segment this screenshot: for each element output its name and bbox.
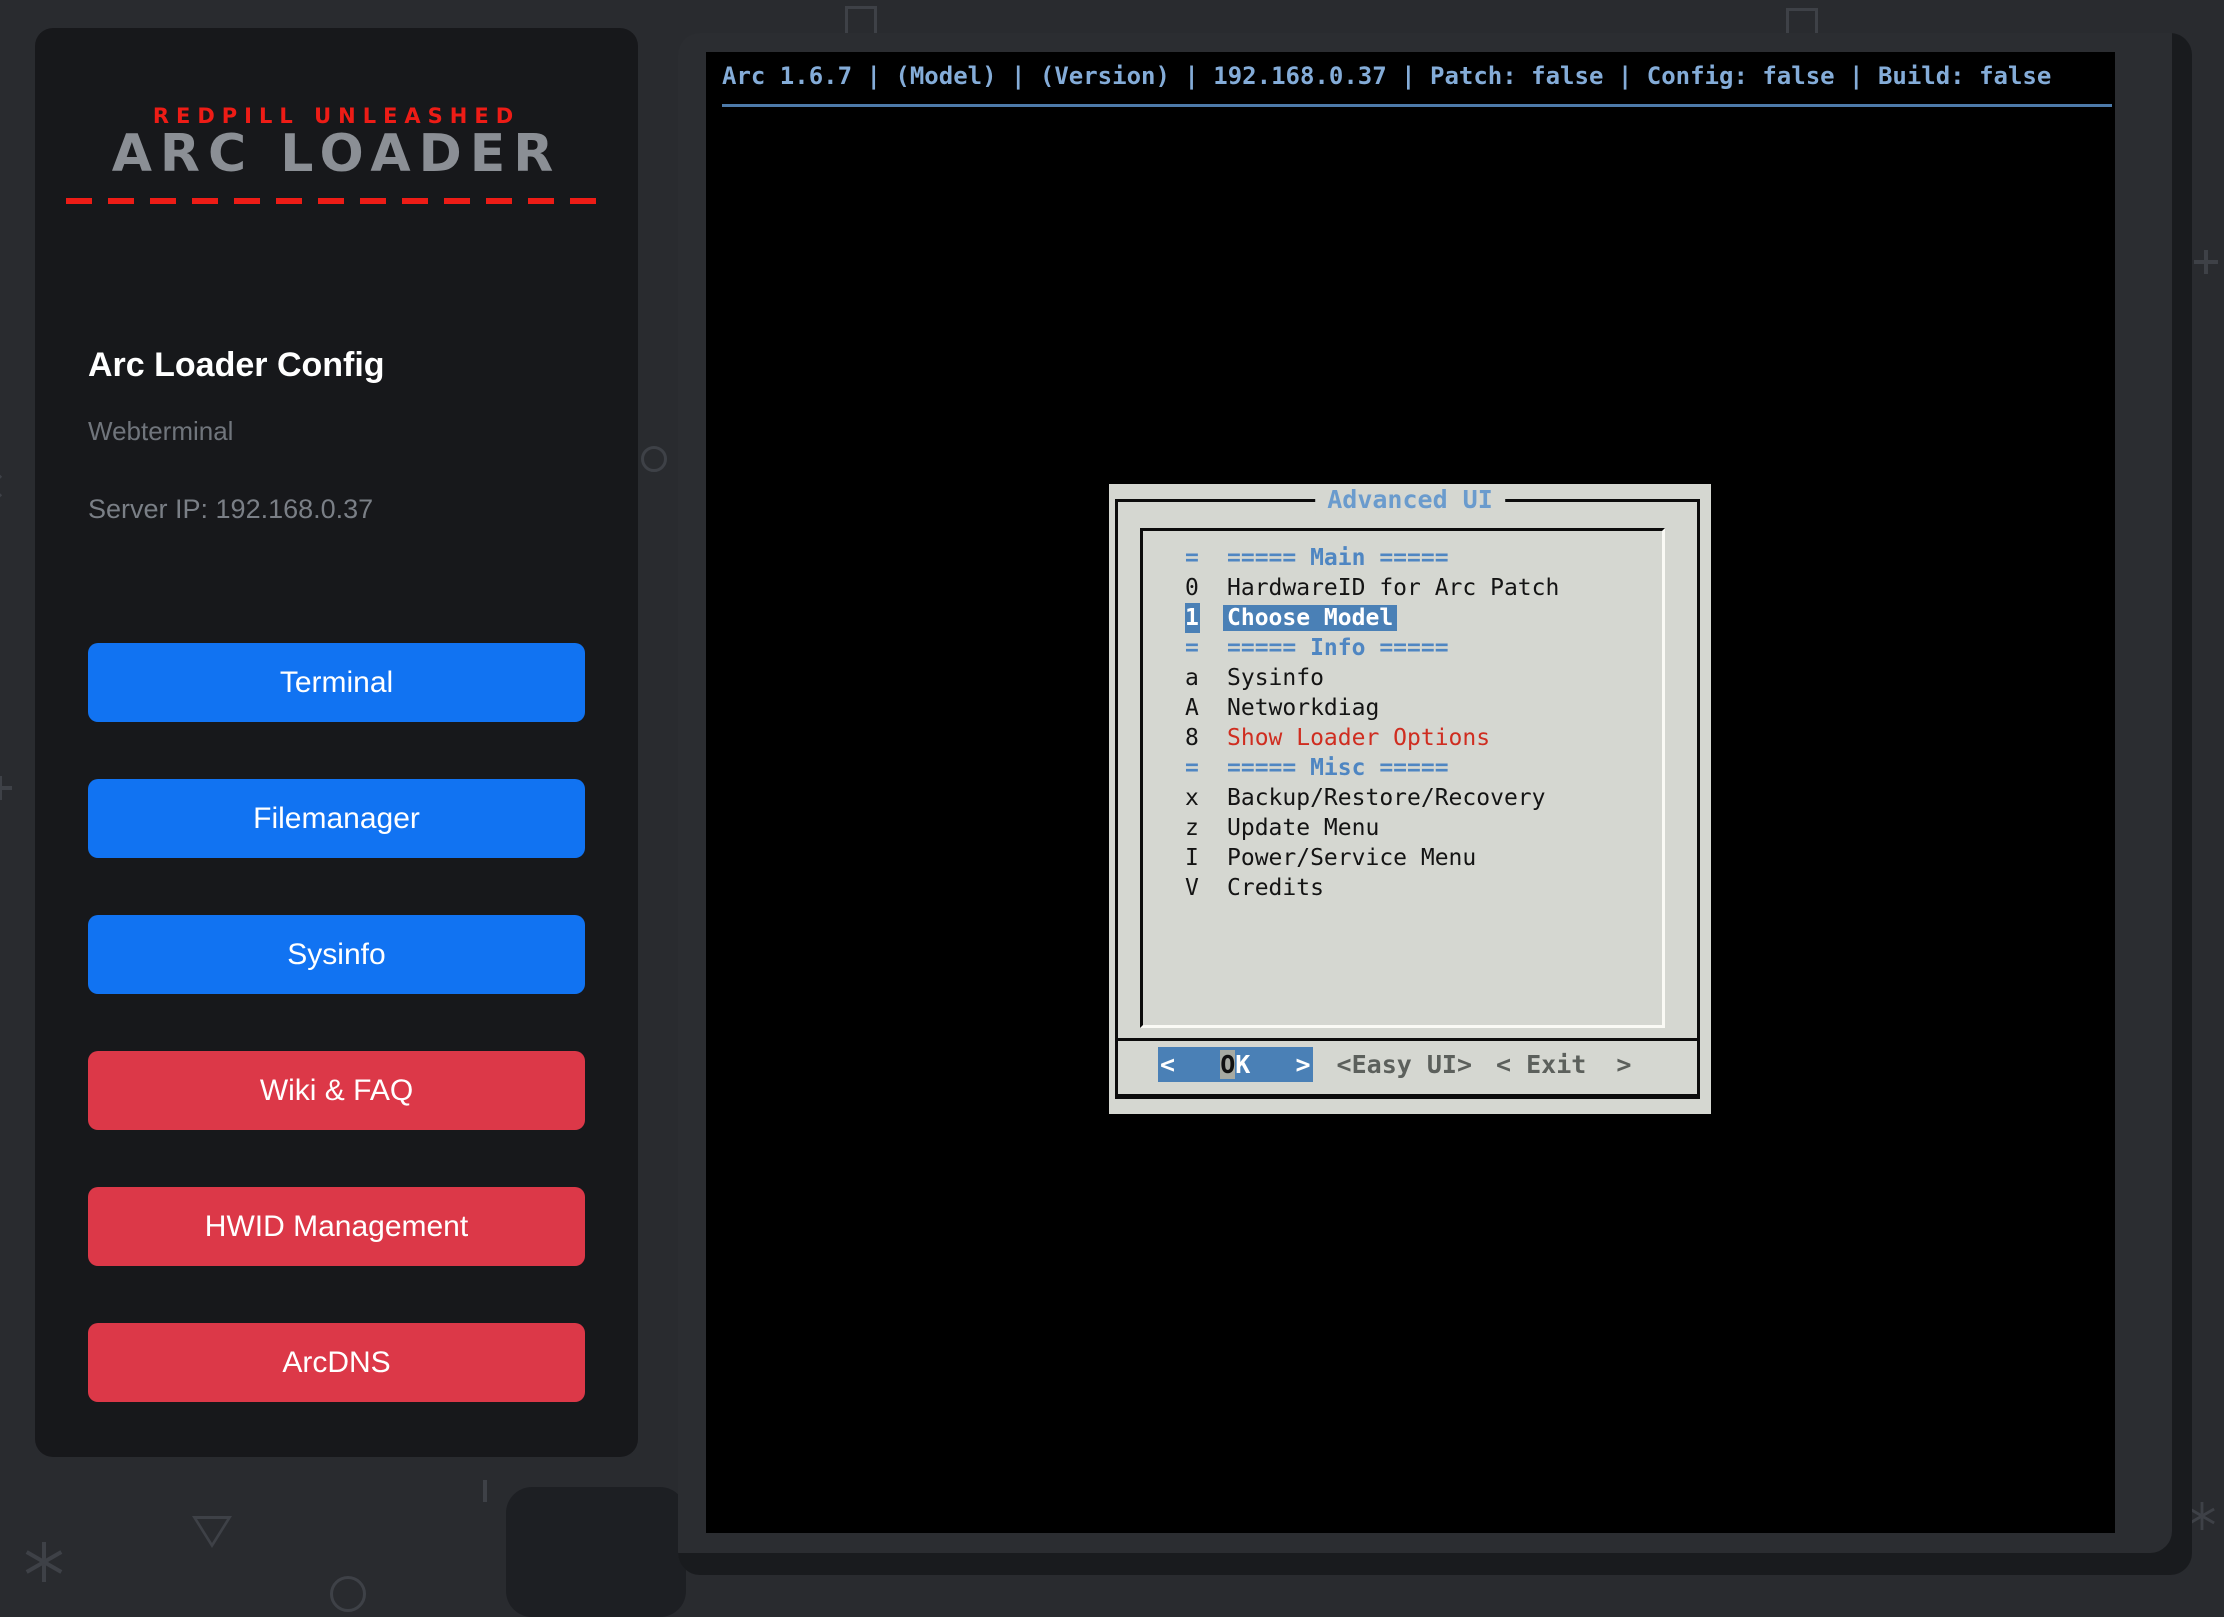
button-suffix: K > [1235,1050,1310,1079]
menu-label: Sysinfo [1227,665,1324,691]
menu-label: Show Loader Options [1227,725,1490,751]
menu-key: I [1185,843,1200,873]
sidebar-button-wiki-faq[interactable]: Wiki & FAQ [88,1051,585,1130]
logo-arcloader-text: ARC LOADER [35,124,638,184]
terminal-status-underline [722,104,2112,107]
menu-key: = [1185,753,1200,783]
menu-key: A [1185,693,1200,723]
sidebar-button-sysinfo[interactable]: Sysinfo [88,915,585,994]
sidebar: REDPILL UNLEASHED ARC LOADER Arc Loader … [35,28,638,1457]
menu-key: 0 [1185,573,1200,603]
bg-shape-asterisk-icon [42,1542,46,1582]
text-cursor: O [1220,1050,1235,1079]
dialog-menu-item[interactable]: z Update Menu [1185,813,1662,843]
server-ip-label: Server IP: 192.168.0.37 [88,494,373,525]
sidebar-button-terminal[interactable]: Terminal [88,643,585,722]
easy-ui-button[interactable]: <Easy UI> [1337,1047,1472,1082]
dialog-menu-item[interactable]: 0 HardwareID for Arc Patch [1185,573,1662,603]
dialog-border-left [1115,499,1118,1099]
bg-shape-plus-icon [0,776,12,800]
dialog-menu-item[interactable]: x Backup/Restore/Recovery [1185,783,1662,813]
menu-key: 1 [1185,603,1200,633]
page-title: Arc Loader Config [88,346,385,385]
menu-key: = [1185,543,1200,573]
dialog-menu-item[interactable]: 8 Show Loader Options [1185,723,1662,753]
bg-shape-circle-icon [641,446,667,472]
bg-shape-asterisk-icon [2201,1502,2204,1530]
dialog-menu-item[interactable]: 1 Choose Model [1185,603,1662,633]
menu-key: a [1185,663,1200,693]
sidebar-button-list: Terminal Filemanager Sysinfo Wiki & FAQ HWID… [88,643,585,1402]
menu-label: HardwareID for Arc Patch [1227,575,1559,601]
menu-label: Power/Service Menu [1227,845,1476,871]
dialog-menu-item[interactable]: A Networkdiag [1185,693,1662,723]
dialog-menu-item[interactable]: I Power/Service Menu [1185,843,1662,873]
menu-label: Networkdiag [1227,695,1379,721]
bg-shape-triangle-icon [192,1516,232,1548]
sidebar-button-hwid-management[interactable]: HWID Management [88,1187,585,1266]
dialog-menu-item[interactable]: = ===== Main ===== [1185,543,1662,573]
menu-key: V [1185,873,1200,903]
ok-button[interactable]: < OK > [1158,1047,1313,1082]
menu-label: Update Menu [1227,815,1379,841]
dialog-button-row: < OK > <Easy UI> < Exit > [1158,1047,1631,1082]
dialog-menu-item[interactable]: V Credits [1185,873,1662,903]
dialog-menu-item[interactable]: = ===== Misc ===== [1185,753,1662,783]
dialog-title: Advanced UI [1315,485,1505,514]
menu-label: ===== Main ===== [1227,545,1449,571]
bg-shape-plus-icon [2194,250,2218,274]
menu-label: Choose Model [1223,605,1397,631]
dialog-menu-item[interactable]: a Sysinfo [1185,663,1662,693]
dialog-border-bottom [1115,1094,1700,1099]
page-subtitle: Webterminal [88,416,233,447]
sidebar-button-filemanager[interactable]: Filemanager [88,779,585,858]
menu-label: Credits [1227,875,1324,901]
menu-label: ===== Info ===== [1227,635,1449,661]
bg-shape-circle-icon [330,1576,366,1612]
menu-key: = [1185,633,1200,663]
menu-label: Backup/Restore/Recovery [1227,785,1546,811]
menu-key: x [1185,783,1200,813]
bg-shape-rounded-rect [506,1487,686,1617]
dialog-menu: = ===== Main ===== 0 HardwareID for Arc Pat… [1140,528,1665,1028]
menu-key: 8 [1185,723,1200,753]
terminal-status-bar: Arc 1.6.7 | (Model) | (Version) | 192.16… [722,62,2051,90]
menu-key: z [1185,813,1200,843]
logo-dashes [66,198,606,204]
dialog-menu-item[interactable]: = ===== Info ===== [1185,633,1662,663]
sidebar-button-arcdns[interactable]: ArcDNS [88,1323,585,1402]
menu-label: ===== Misc ===== [1227,755,1449,781]
button-prefix: < [1160,1050,1220,1079]
dialog-separator [1115,1038,1700,1041]
dialog-border-right [1697,499,1700,1099]
advanced-ui-dialog: Advanced UI = ===== Main ===== 0 HardwareID… [1109,484,1711,1114]
exit-button[interactable]: < Exit > [1496,1047,1631,1082]
bg-shape-tick-icon [483,1480,487,1502]
bg-shape-chevron-icon [0,475,11,498]
